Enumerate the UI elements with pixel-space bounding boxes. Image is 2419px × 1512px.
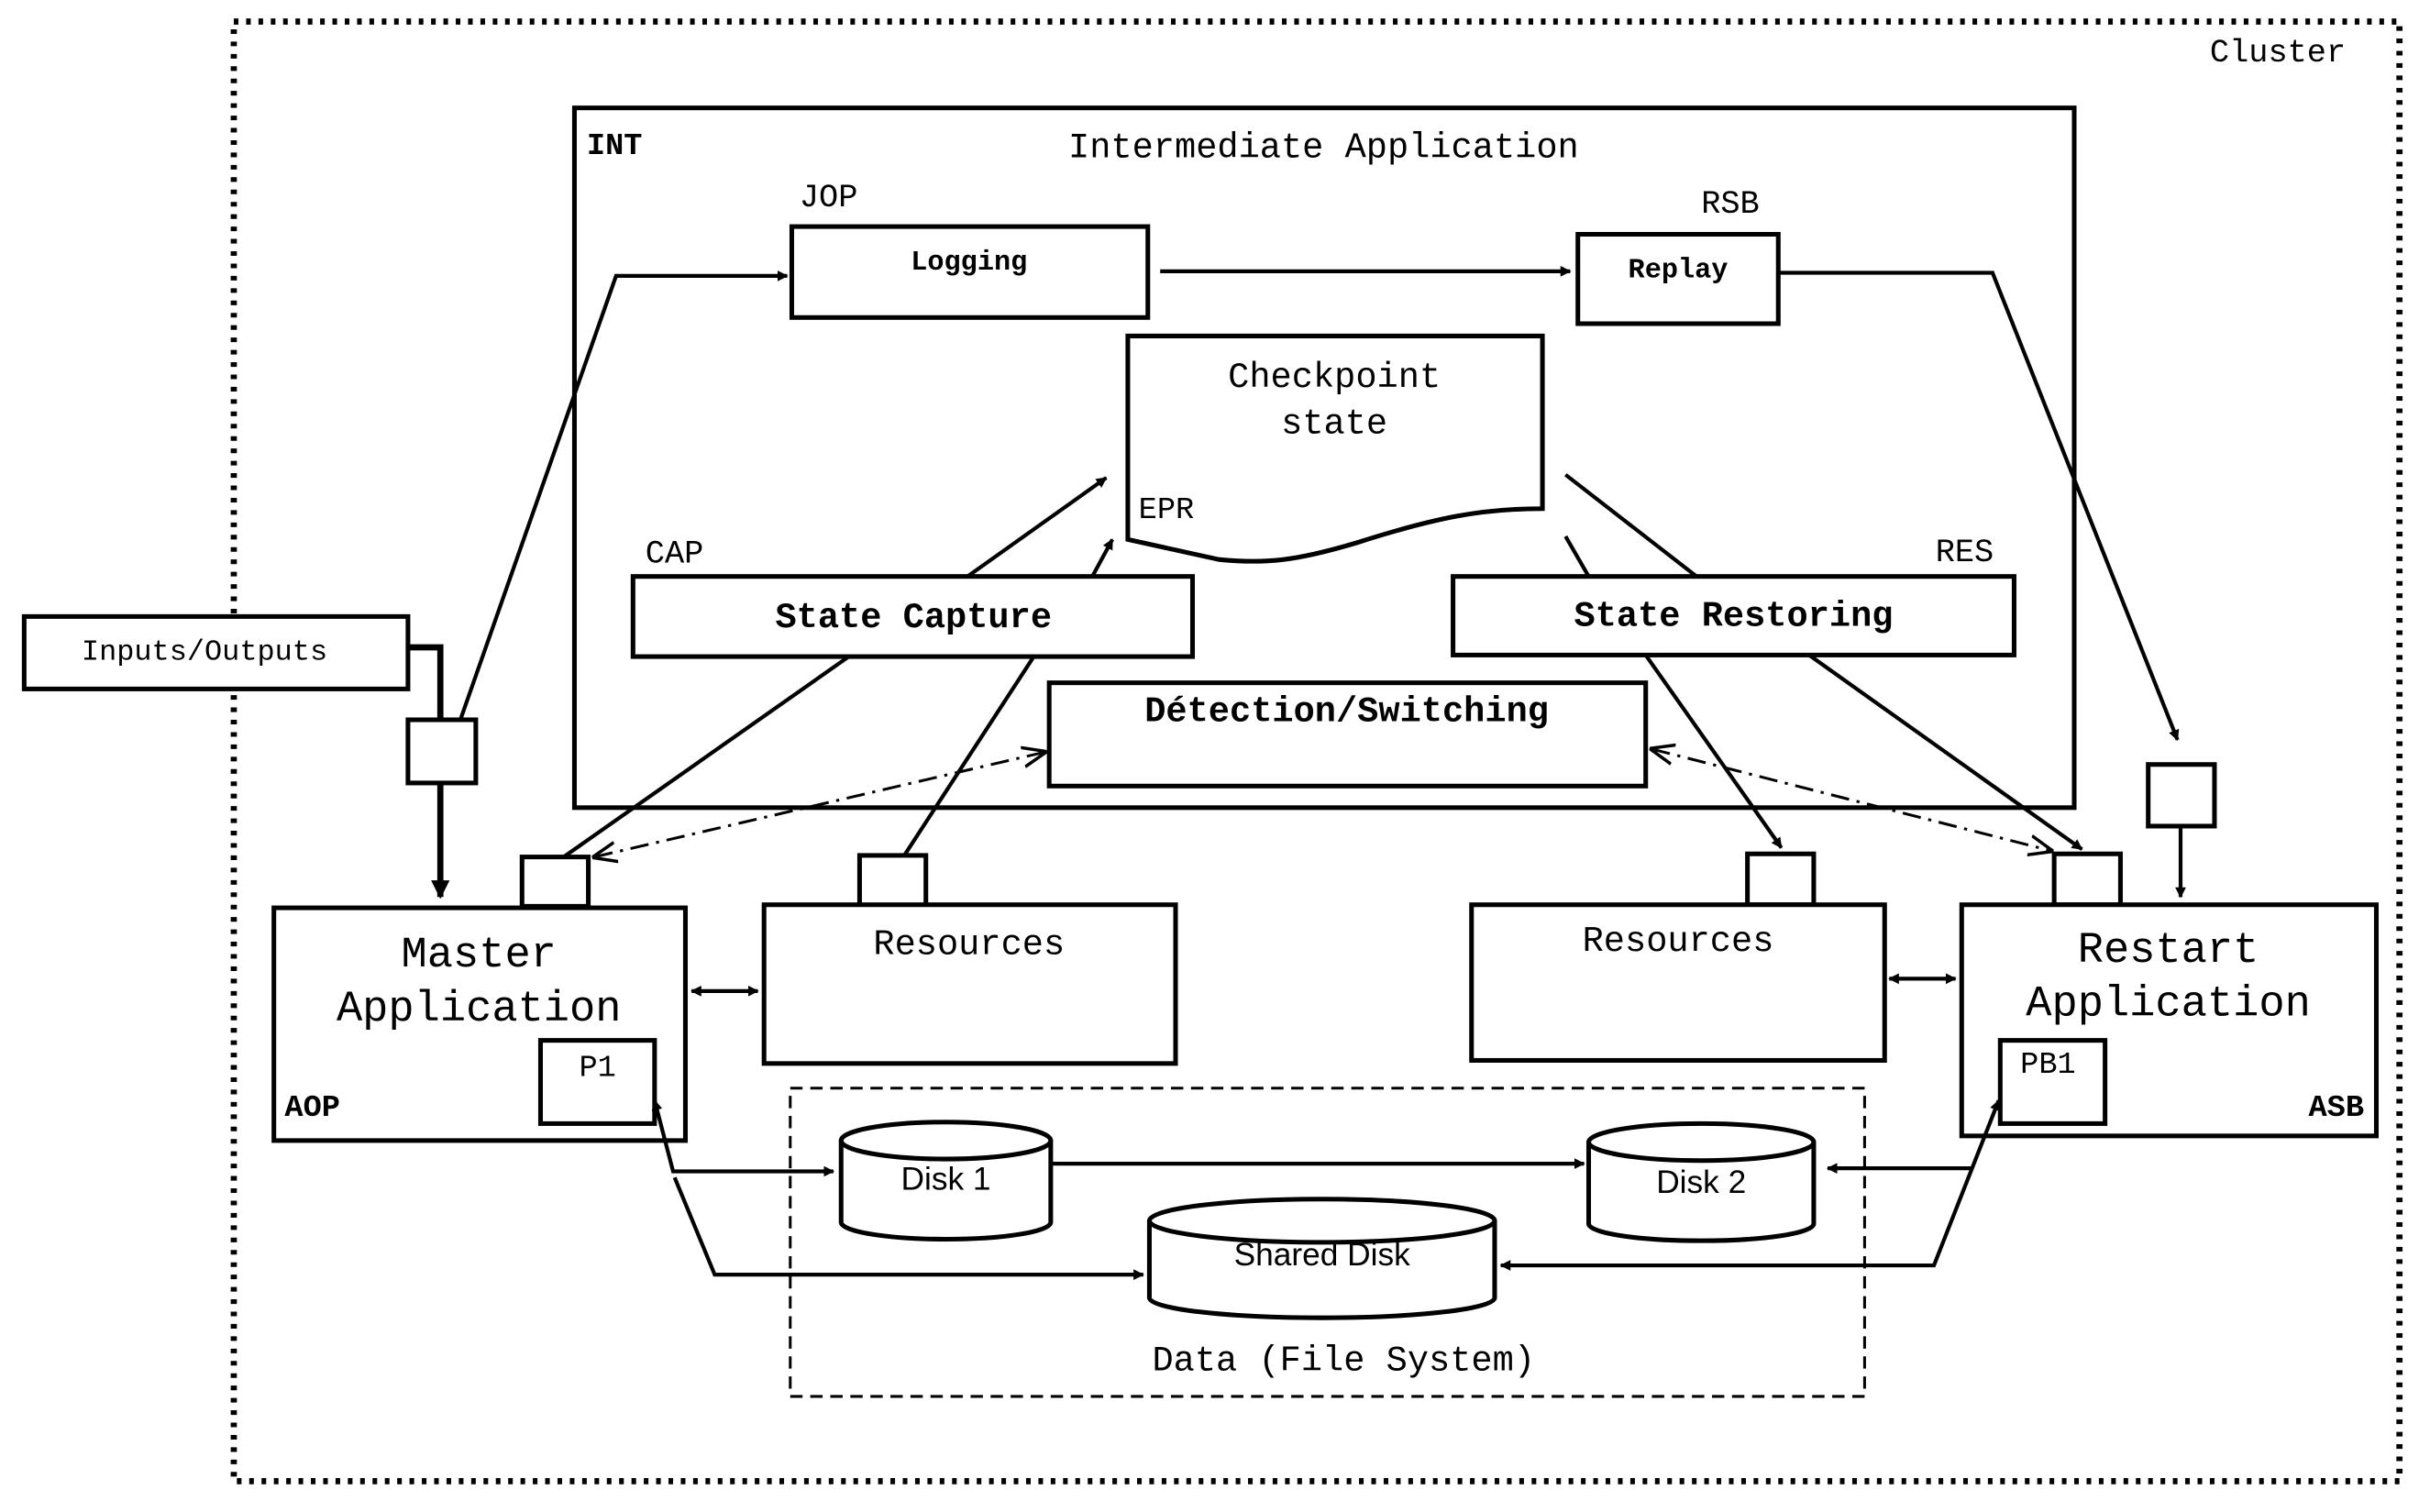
resources-left-connector[interactable] <box>856 853 929 909</box>
state-restoring-label: State Restoring <box>1574 596 1894 636</box>
jop-tag: JOP <box>800 180 858 216</box>
restart-connector-box[interactable] <box>2051 851 2123 908</box>
disk-2-label: Disk 2 <box>1656 1164 1746 1200</box>
checkpoint-line1: Checkpoint <box>1228 358 1441 398</box>
disk-2[interactable]: Disk 2 <box>1585 1120 1817 1243</box>
architecture-diagram: Cluster INT Intermediate Application JOP… <box>21 18 2403 1484</box>
resources-left-label: Resources <box>873 925 1065 966</box>
state-capture-label: State Capture <box>775 598 1052 638</box>
restart-interceptor-box[interactable] <box>2146 762 2217 829</box>
rsb-tag: RSB <box>1701 186 1760 223</box>
pb1-label: PB1 <box>2020 1048 2076 1083</box>
epr-tag: EPR <box>1139 493 1195 528</box>
resources-right-label: Resources <box>1583 922 1774 962</box>
data-file-system-label: Data (File System) <box>1152 1341 1535 1381</box>
shared-disk[interactable]: Shared Disk <box>1146 1197 1497 1320</box>
master-connector-box[interactable] <box>519 855 591 909</box>
disk-1[interactable]: Disk 1 <box>838 1120 1054 1242</box>
shared-disk-label: Shared Disk <box>1234 1237 1411 1273</box>
inputs-outputs-label: Inputs/Outputs <box>82 635 327 668</box>
resources-right-connector[interactable] <box>1745 851 1817 908</box>
checkpoint-line2: state <box>1281 403 1387 444</box>
int-tag: INT <box>587 129 643 164</box>
io-interceptor-box[interactable] <box>405 717 479 786</box>
cluster-label: Cluster <box>2210 35 2346 72</box>
replay-label: Replay <box>1629 256 1729 287</box>
disk-1-label: Disk 1 <box>901 1162 991 1197</box>
restart-line2: Application <box>2026 981 2311 1030</box>
detection-switching-label: Détection/Switching <box>1144 692 1549 733</box>
cap-tag: CAP <box>646 536 704 573</box>
logging-label: Logging <box>911 248 1027 279</box>
asb-tag: ASB <box>2309 1091 2365 1126</box>
aop-tag: AOP <box>284 1091 340 1126</box>
restart-line1: Restart <box>2078 927 2259 976</box>
master-line2: Application <box>337 986 622 1034</box>
intermediate-title: Intermediate Application <box>1068 127 1579 168</box>
res-tag: RES <box>1936 535 1994 571</box>
p1-label: P1 <box>579 1051 615 1086</box>
master-line1: Master <box>402 932 557 980</box>
